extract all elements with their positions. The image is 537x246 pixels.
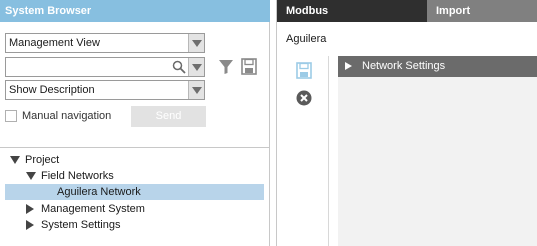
tree-item-project[interactable]: Project	[0, 152, 265, 168]
tab-modbus[interactable]: Modbus	[277, 0, 427, 22]
tree-item-aguilera-network[interactable]: Aguilera Network	[5, 184, 264, 200]
save-icon[interactable]	[296, 62, 312, 79]
tree-item-label: Management System	[41, 203, 145, 215]
section-label: Network Settings	[362, 60, 446, 72]
close-icon[interactable]	[296, 90, 312, 106]
manual-navigation-checkbox[interactable]	[5, 110, 17, 122]
network-settings-header[interactable]: Network Settings	[338, 56, 537, 77]
save-icon[interactable]	[241, 58, 257, 75]
search-dropdown-icon[interactable]	[188, 58, 204, 76]
tab-import[interactable]: Import	[427, 0, 537, 22]
view-select[interactable]: Management View	[5, 33, 205, 53]
view-select-value: Management View	[9, 37, 100, 49]
expand-down-icon[interactable]	[26, 172, 36, 180]
detail-toolbar	[277, 56, 329, 246]
tree-item-label: System Settings	[41, 219, 121, 231]
filter-icon[interactable]	[218, 59, 234, 75]
expand-right-icon[interactable]	[26, 220, 34, 230]
send-button[interactable]: Send	[131, 106, 206, 127]
system-browser-title: System Browser	[0, 0, 270, 22]
description-select-dropdown-icon[interactable]	[188, 81, 204, 99]
search-icon[interactable]	[172, 60, 186, 74]
tree-item-label: Aguilera Network	[57, 186, 141, 198]
view-select-dropdown-icon[interactable]	[188, 34, 204, 52]
tab-strip: Modbus Import	[277, 0, 537, 22]
search-input[interactable]	[8, 59, 168, 75]
expand-down-icon[interactable]	[10, 156, 20, 164]
system-browser-panel: System Browser Management View Show Desc…	[0, 0, 270, 246]
description-select[interactable]: Show Description	[5, 80, 205, 100]
description-select-value: Show Description	[9, 84, 95, 96]
tree-item-system-settings[interactable]: System Settings	[0, 217, 265, 233]
detail-panel: Modbus Import Aguilera Network Settings	[276, 0, 537, 246]
expand-right-icon[interactable]	[26, 204, 34, 214]
detail-title: Aguilera	[286, 33, 327, 45]
tree-item-field-networks[interactable]: Field Networks	[0, 168, 265, 184]
network-settings-body	[338, 77, 537, 246]
tree-item-management-system[interactable]: Management System	[0, 201, 265, 217]
expand-right-icon[interactable]	[345, 62, 352, 70]
app-window: System Browser Management View Show Desc…	[0, 0, 537, 246]
manual-navigation-label: Manual navigation	[22, 110, 112, 122]
panel-divider	[0, 147, 270, 148]
search-box[interactable]	[5, 57, 205, 77]
tree-item-label: Project	[25, 154, 60, 166]
tree-item-label: Field Networks	[41, 170, 114, 182]
